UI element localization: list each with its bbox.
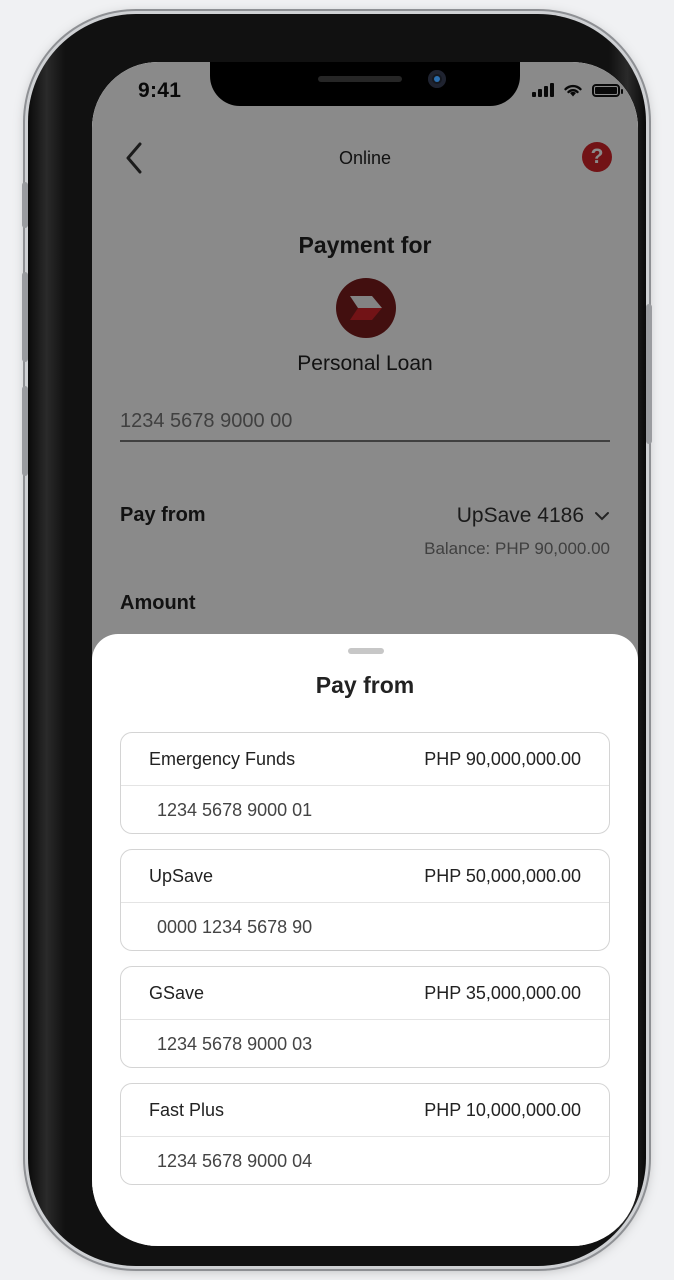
account-name: Emergency Funds [149,748,296,769]
screen: 9:41 Online ? Payment for Personal Loan … [92,62,638,1246]
account-balance: PHP 35,000,000.00 [424,982,581,1003]
notch [210,62,520,106]
account-option[interactable]: UpSave PHP 50,000,000.00 0000 1234 5678 … [120,849,610,951]
silent-switch [22,182,28,228]
volume-down-button [22,386,28,476]
pay-from-sheet: Pay from Emergency Funds PHP 90,000,000.… [92,634,638,1246]
account-balance: PHP 90,000,000.00 [424,748,581,769]
power-button [646,304,652,444]
sheet-drag-handle[interactable] [348,648,384,654]
account-name: GSave [149,982,205,1003]
phone-frame: 9:41 Online ? Payment for Personal Loan … [22,14,652,1266]
speaker [318,76,402,82]
account-balance: PHP 10,000,000.00 [424,1099,581,1120]
account-number: 0000 1234 5678 90 [157,917,313,937]
front-camera [428,70,446,88]
account-number: 1234 5678 9000 01 [157,800,313,820]
account-option[interactable]: Fast Plus PHP 10,000,000.00 1234 5678 90… [120,1083,610,1185]
account-number: 1234 5678 9000 04 [157,1151,313,1171]
account-name: UpSave [149,865,214,886]
account-list: Emergency Funds PHP 90,000,000.00 1234 5… [120,732,610,1200]
account-option[interactable]: Emergency Funds PHP 90,000,000.00 1234 5… [120,732,610,834]
account-option[interactable]: GSave PHP 35,000,000.00 1234 5678 9000 0… [120,966,610,1068]
sheet-title: Pay from [315,672,415,698]
volume-up-button [22,272,28,362]
account-number: 1234 5678 9000 03 [157,1034,313,1054]
account-name: Fast Plus [149,1099,225,1120]
account-balance: PHP 50,000,000.00 [424,865,581,886]
